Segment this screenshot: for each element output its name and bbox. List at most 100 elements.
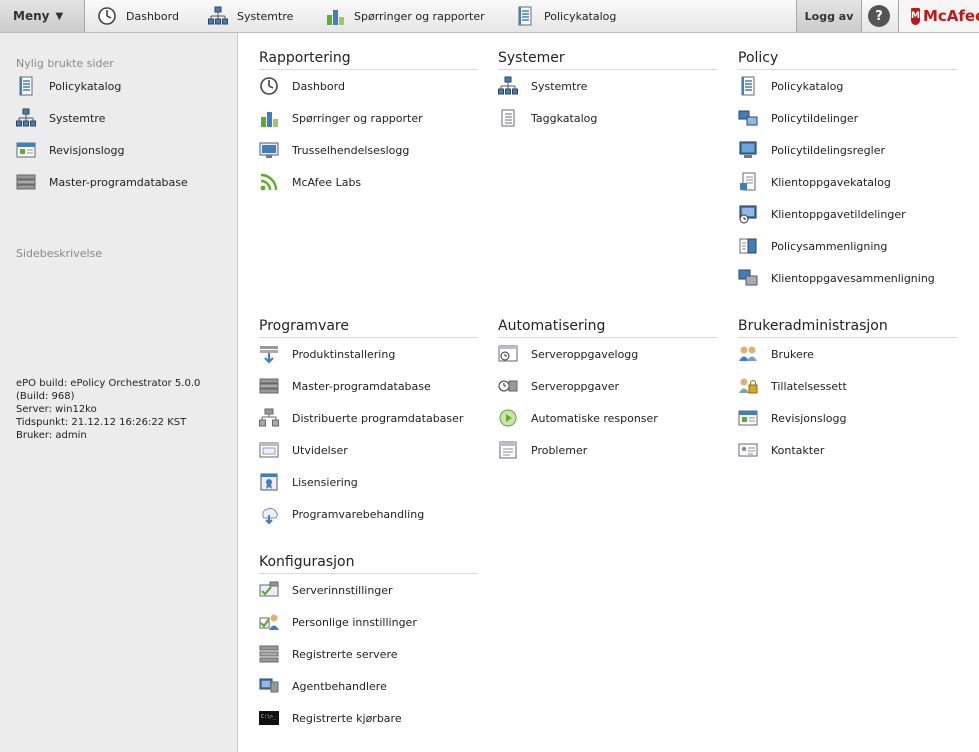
link-label: Klientoppgavekatalog: [771, 175, 891, 189]
server-tasks-icon: [498, 376, 518, 396]
link-system-tree[interactable]: Systemtre: [498, 70, 717, 102]
link-tag-catalog[interactable]: Taggkatalog: [498, 102, 717, 134]
distributed-repo-icon: [259, 408, 279, 428]
build-line: ePO build: ePolicy Orchestrator 5.0.0: [16, 378, 201, 389]
link-label: Policysammenligning: [771, 239, 888, 253]
link-automatic-responses[interactable]: Automatiske responser: [498, 402, 717, 434]
link-contacts[interactable]: Kontakter: [738, 434, 957, 466]
link-label: Personlige innstillinger: [292, 615, 417, 629]
link-policy-comparison[interactable]: Policysammenligning: [738, 230, 957, 262]
product-deploy-icon: [259, 344, 279, 364]
link-users[interactable]: Brukere: [738, 338, 957, 370]
link-policy-assignments[interactable]: Policytildelinger: [738, 102, 957, 134]
recent-item-label: Systemtre: [49, 111, 106, 125]
help-label: ?: [875, 8, 883, 24]
logout-button[interactable]: Logg av: [796, 0, 862, 32]
recent-item-system-tree[interactable]: Systemtre: [16, 108, 105, 128]
topnav-label: Dashbord: [126, 9, 179, 23]
link-client-task-catalog[interactable]: Klientoppgavekatalog: [738, 166, 957, 198]
link-issues[interactable]: Problemer: [498, 434, 717, 466]
users-icon: [738, 344, 758, 364]
server-task-log-icon: [498, 344, 518, 364]
link-mcafee-labs[interactable]: McAfee Labs: [259, 166, 478, 198]
link-label: Serveroppgaver: [531, 379, 620, 393]
link-audit-log[interactable]: Revisjonslogg: [738, 402, 957, 434]
link-label: Registrerte kjørbare: [292, 711, 402, 725]
registered-executables-icon: C:\>_: [259, 708, 279, 728]
mcafee-shield-icon: M: [911, 7, 920, 25]
link-agent-handlers[interactable]: Agentbehandlere: [259, 670, 478, 702]
topnav-queries-reports[interactable]: Spørringer og rapporter: [325, 0, 485, 32]
recent-item-master-repository[interactable]: Master-programdatabase: [16, 172, 188, 192]
link-personal-settings[interactable]: Personlige innstillinger: [259, 606, 478, 638]
section-policy: Policy Policykatalog Policytildelinger P…: [738, 50, 957, 294]
threat-log-icon: [259, 140, 279, 160]
topnav-system-tree[interactable]: Systemtre: [208, 0, 293, 32]
section-rapportering: Rapportering Dashbord Spørringer og rapp…: [259, 50, 478, 198]
link-label: Registrerte servere: [292, 647, 398, 661]
link-label: Master-programdatabase: [292, 379, 431, 393]
topnav-label: Systemtre: [237, 9, 294, 23]
brand-wordmark: McAfee: [922, 7, 979, 25]
system-tree-icon: [208, 6, 228, 26]
section-automatisering: Automatisering Serveroppgavelogg Servero…: [498, 318, 717, 466]
top-menu-bar: Meny ▼ Dashbord Systemtre Spørringer og …: [0, 0, 979, 33]
repository-icon: [259, 376, 279, 396]
recent-item-label: Master-programdatabase: [49, 175, 188, 189]
mcafee-logo: M McAfee: [898, 0, 979, 32]
link-label: Serveroppgavelogg: [531, 347, 639, 361]
link-distributed-repositories[interactable]: Distribuerte programdatabaser: [259, 402, 478, 434]
link-policy-catalog[interactable]: Policykatalog: [738, 70, 957, 102]
section-brukeradministrasjon: Brukeradministrasjon Brukere Tillatelses…: [738, 318, 957, 466]
section-title: Brukeradministrasjon: [738, 318, 957, 338]
section-title: Programvare: [259, 318, 478, 338]
build-line: Server: win12ko: [16, 404, 97, 415]
recent-pages-title: Nylig brukte sider: [16, 57, 114, 70]
link-threat-event-log[interactable]: Trusselhendelseslogg: [259, 134, 478, 166]
permission-sets-icon: [738, 376, 758, 396]
link-label: Dashbord: [292, 79, 345, 93]
recent-item-policy-catalog[interactable]: Policykatalog: [16, 76, 121, 96]
link-extensions[interactable]: Utvidelser: [259, 434, 478, 466]
client-task-compare-icon: [738, 268, 758, 288]
link-product-deployment[interactable]: Produktinstallering: [259, 338, 478, 370]
link-label: Agentbehandlere: [292, 679, 387, 693]
link-client-task-assignments[interactable]: Klientoppgavetildelinger: [738, 198, 957, 230]
licensing-icon: [259, 472, 279, 492]
topnav-policy-catalog[interactable]: Policykatalog: [515, 0, 616, 32]
dashboard-icon: [259, 76, 279, 96]
topnav-dashboard[interactable]: Dashbord: [97, 0, 179, 32]
section-title: Konfigurasjon: [259, 554, 478, 574]
link-label: Taggkatalog: [531, 111, 598, 125]
chevron-down-icon: ▼: [55, 10, 64, 22]
link-label: Policykatalog: [771, 79, 844, 93]
link-client-task-comparison[interactable]: Klientoppgavesammenligning: [738, 262, 957, 294]
link-label: Utvidelser: [292, 443, 348, 457]
topnav-label: Spørringer og rapporter: [354, 9, 485, 23]
extensions-icon: [259, 440, 279, 460]
sidebar: Nylig brukte sider Policykatalog Systemt…: [0, 33, 238, 752]
link-licensing[interactable]: Lisensiering: [259, 466, 478, 498]
audit-log-icon: [738, 408, 758, 428]
repository-icon: [16, 172, 36, 192]
link-server-tasks[interactable]: Serveroppgaver: [498, 370, 717, 402]
link-queries-reports[interactable]: Spørringer og rapporter: [259, 102, 478, 134]
link-policy-assignment-rules[interactable]: Policytildelingsregler: [738, 134, 957, 166]
menu-button[interactable]: Meny ▼: [0, 0, 85, 32]
link-registered-executables[interactable]: C:\>_ Registrerte kjørbare: [259, 702, 478, 734]
link-software-manager[interactable]: Programvarebehandling: [259, 498, 478, 530]
link-server-task-log[interactable]: Serveroppgavelogg: [498, 338, 717, 370]
link-label: Klientoppgavesammenligning: [771, 271, 935, 285]
section-konfigurasjon: Konfigurasjon Serverinnstillinger Person…: [259, 554, 478, 734]
link-label: Automatiske responser: [531, 411, 658, 425]
link-master-repository[interactable]: Master-programdatabase: [259, 370, 478, 402]
recent-item-audit-log[interactable]: Revisjonslogg: [16, 140, 124, 160]
system-tree-icon: [498, 76, 518, 96]
link-server-settings[interactable]: Serverinnstillinger: [259, 574, 478, 606]
help-icon[interactable]: ?: [868, 5, 890, 27]
build-line: Bruker: admin: [16, 430, 87, 441]
link-dashboard[interactable]: Dashbord: [259, 70, 478, 102]
link-registered-servers[interactable]: Registrerte servere: [259, 638, 478, 670]
link-permission-sets[interactable]: Tillatelsessett: [738, 370, 957, 402]
link-label: Problemer: [531, 443, 588, 457]
